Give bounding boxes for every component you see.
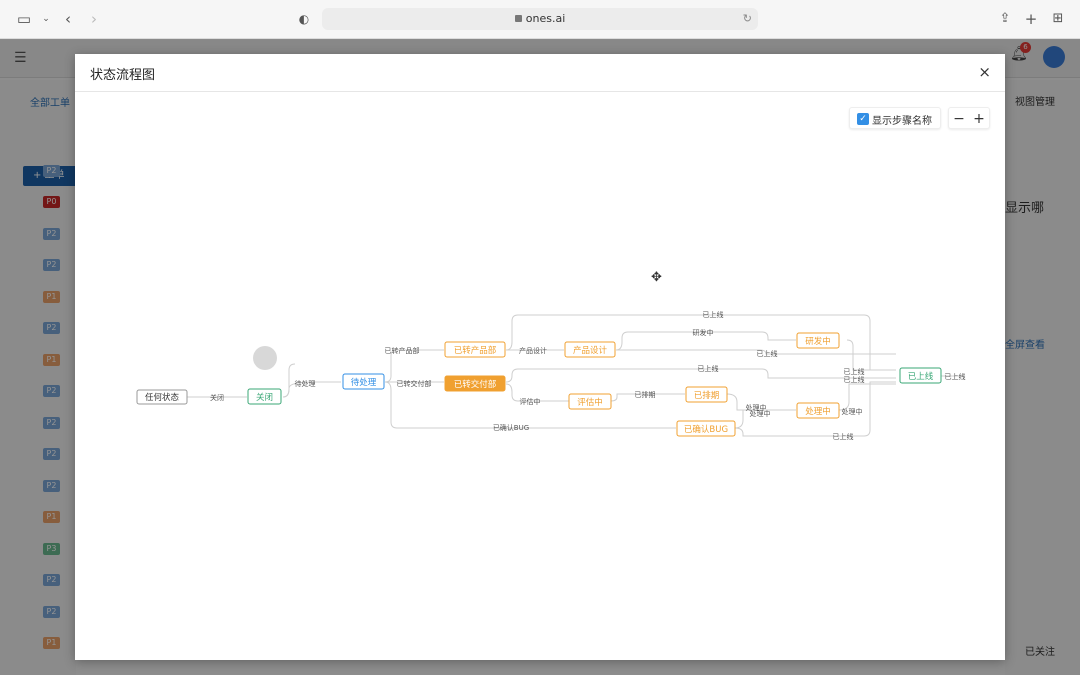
edge-labels: 关闭 待处理 已转产品部 已转交付部 产品设计 研发中 评估中 已排期 已确认B… [210,310,966,441]
shield-icon[interactable]: ◐ [294,9,314,29]
modal-header: 状态流程图 × [75,54,1005,92]
svg-text:关闭: 关闭 [256,392,273,403]
reload-icon[interactable]: ↻ [743,8,752,30]
node-closed[interactable]: 关闭 [247,388,282,405]
modal-title: 状态流程图 [90,68,156,83]
forward-icon[interactable]: › [84,9,104,29]
svg-text:产品设计: 产品设计 [573,345,608,356]
edge-label: 已确认BUG [493,423,529,432]
node-evaluating[interactable]: 评估中 [568,393,612,410]
svg-text:处理中: 处理中 [805,406,831,417]
tab-overview-icon[interactable]: ⊞ [1048,9,1068,29]
edge-label: 已上线 [945,372,966,381]
edge-label: 已上线 [703,310,724,319]
edge-label: 处理中 [842,407,863,416]
node-to-delivery[interactable]: 已转交付部 [444,375,506,392]
chevron-down-icon[interactable]: ⌄ [36,9,56,29]
edge-label: 待处理 [295,379,316,388]
node-product-design[interactable]: 产品设计 [564,341,616,358]
edge-label: 关闭 [210,393,224,402]
svg-text:已转交付部: 已转交付部 [454,379,497,390]
edge-dev-online [846,339,896,371]
edge-label: 评估中 [520,397,541,406]
edge-label: 已上线 [844,375,865,384]
workflow-modal: 状态流程图 × ✓ 显示步骤名称 − + ✥ 任何状态 关闭 待处理 已转产品部… [75,54,1005,660]
edge-label: 已排期 [635,390,656,399]
node-processing[interactable]: 处理中 [796,402,840,419]
close-icon[interactable]: × [978,63,991,81]
node-online[interactable]: 已上线 [899,367,942,384]
back-icon[interactable]: ‹ [58,9,78,29]
svg-text:已确认BUG: 已确认BUG [684,424,728,435]
node-bug-confirmed[interactable]: 已确认BUG [676,420,736,437]
node-any[interactable]: 任何状态 [136,389,188,405]
svg-text:研发中: 研发中 [805,336,831,347]
svg-text:任何状态: 任何状态 [145,392,180,403]
edge-label: 已上线 [757,349,778,358]
node-scheduled[interactable]: 已排期 [685,386,728,403]
workflow-graph[interactable]: 任何状态 关闭 待处理 已转产品部 已转交付部 产品设计 评估中 研发中 已排期… [75,92,1005,652]
edge-process-online [838,383,896,411]
new-tab-icon[interactable]: + [1021,9,1041,29]
share-icon[interactable]: ⇪ [995,9,1015,29]
svg-text:已转产品部: 已转产品部 [454,345,497,356]
node-pending[interactable]: 待处理 [342,373,385,390]
svg-text:待处理: 待处理 [351,377,377,388]
lock-icon [514,15,522,22]
address-bar[interactable]: ones.ai ↻ [322,8,758,30]
edge-label: 已上线 [833,432,854,441]
node-to-product[interactable]: 已转产品部 [444,341,506,358]
edge-label: 已转产品部 [385,346,420,355]
svg-text:评估中: 评估中 [577,397,603,408]
edge-label: 产品设计 [519,346,547,355]
start-node [253,346,277,370]
browser-toolbar: ▭ ⌄ ‹ › ◐ ones.ai ↻ ⇪ + ⊞ [0,0,1080,39]
edge-label: 已上线 [698,364,719,373]
url-text: ones.ai [525,12,566,25]
node-developing[interactable]: 研发中 [796,332,840,349]
svg-text:已上线: 已上线 [908,371,934,382]
edge-label: 处理中 [750,409,771,418]
edge-label: 已上线 [844,367,865,376]
svg-text:已排期: 已排期 [694,390,720,401]
edge-label: 已转交付部 [397,379,432,388]
sidebar-toggle-icon[interactable]: ▭ [14,9,34,29]
edge-label: 研发中 [693,328,714,337]
